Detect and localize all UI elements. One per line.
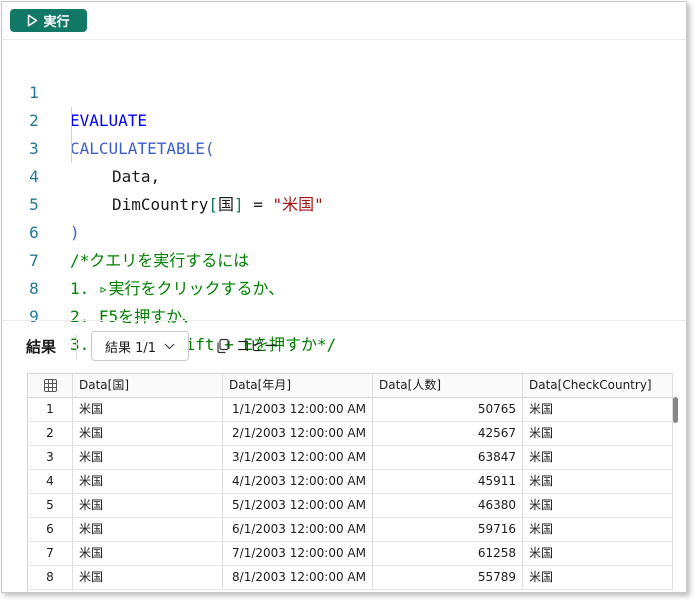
table-cell[interactable]: 米国 (523, 470, 673, 494)
table-cell[interactable]: 3/1/2003 12:00:00 AM (223, 446, 373, 470)
select-all-cell[interactable] (28, 374, 73, 397)
result-set-selector[interactable]: 結果 1/1 (91, 331, 189, 361)
table-row[interactable]: 7 米国 7/1/2003 12:00:00 AM 61258 米国 (28, 542, 673, 566)
table-cell[interactable]: 米国 (73, 518, 223, 542)
run-button[interactable]: 実行 (10, 9, 87, 32)
results-toolbar-divider (76, 335, 77, 359)
row-number-cell: 7 (28, 542, 73, 566)
table-cell[interactable]: 米国 (523, 422, 673, 446)
row-number-cell: 2 (28, 422, 73, 446)
code-line-6: 6 /*クエリを実行するには (2, 191, 686, 270)
table-cell[interactable]: 2/1/2003 12:00:00 AM (223, 422, 373, 446)
toolbar-divider (2, 39, 686, 40)
table-cell[interactable]: 45911 (373, 470, 523, 494)
run-button-label: 実行 (43, 15, 70, 30)
table-cell[interactable]: 米国 (523, 398, 673, 422)
column-header[interactable]: Data[人数] (373, 374, 523, 397)
results-title: 結果 (26, 338, 57, 356)
code-line-1: 1 EVALUATE (2, 51, 686, 130)
editor-results-divider[interactable] (2, 320, 686, 321)
column-header[interactable]: Data[年月] (223, 374, 373, 397)
code-editor[interactable]: 1 EVALUATE 2 CALCULATETABLE( 3 Data, 4 D… (2, 51, 686, 354)
table-cell[interactable]: 55789 (373, 566, 523, 590)
table-cell[interactable]: 米国 (73, 398, 223, 422)
table-row[interactable]: 6 米国 6/1/2003 12:00:00 AM 59716 米国 (28, 518, 673, 542)
row-number-cell: 5 (28, 494, 73, 518)
table-header-row: Data[国] Data[年月] Data[人数] Data[CheckCoun… (28, 374, 673, 398)
table-cell[interactable]: 59716 (373, 518, 523, 542)
table-row[interactable]: 8 米国 8/1/2003 12:00:00 AM 55789 米国 (28, 566, 673, 590)
table-row[interactable]: 4 米国 4/1/2003 12:00:00 AM 45911 米国 (28, 470, 673, 494)
dax-query-window: 実行 1 EVALUATE 2 CALCULATETABLE( 3 Data, … (1, 1, 687, 593)
table-cell[interactable]: 米国 (523, 542, 673, 566)
table-row[interactable]: 5 米国 5/1/2003 12:00:00 AM 46380 米国 (28, 494, 673, 518)
table-row[interactable]: 1 米国 1/1/2003 12:00:00 AM 50765 米国 (28, 398, 673, 422)
comment-token: 2. F5を押すか、 (70, 307, 198, 326)
table-grid-icon (43, 379, 57, 392)
copy-icon (217, 338, 229, 354)
table-cell[interactable]: 50765 (373, 398, 523, 422)
table-cell[interactable]: 米国 (73, 542, 223, 566)
table-cell[interactable]: 米国 (73, 446, 223, 470)
chevron-down-icon (164, 343, 175, 349)
row-number-cell: 8 (28, 566, 73, 590)
code-line-7: 7 1. ▹実行をクリックするか、 (2, 219, 686, 298)
indent-guide (71, 107, 72, 163)
table-cell[interactable]: 8/1/2003 12:00:00 AM (223, 566, 373, 590)
row-number-cell: 3 (28, 446, 73, 470)
line-number: 9 (29, 307, 39, 326)
code-line-2: 2 CALCULATETABLE( (2, 79, 686, 158)
table-cell[interactable]: 6/1/2003 12:00:00 AM (223, 518, 373, 542)
code-line-8: 8 2. F5を押すか、 (2, 247, 686, 326)
copy-button[interactable]: コピー (216, 334, 278, 358)
table-cell[interactable]: 米国 (523, 518, 673, 542)
table-cell[interactable]: 米国 (73, 470, 223, 494)
table-cell[interactable]: 5/1/2003 12:00:00 AM (223, 494, 373, 518)
column-header[interactable]: Data[CheckCountry] (523, 374, 673, 397)
code-line-3: 3 Data, (2, 107, 686, 186)
row-number-cell: 6 (28, 518, 73, 542)
column-header[interactable]: Data[国] (73, 374, 223, 397)
code-line-4: 4 DimCountry[国] = "米国" (2, 135, 686, 214)
code-line-9: 9 3. Ctrl + Shift + Eを押すか*/ (2, 275, 686, 354)
results-grid: Data[国] Data[年月] Data[人数] Data[CheckCoun… (27, 373, 673, 592)
grid-scrollbar[interactable] (673, 397, 678, 423)
code-line-5: 5 ) (2, 163, 686, 242)
table-cell[interactable]: 7/1/2003 12:00:00 AM (223, 542, 373, 566)
play-outline-icon (28, 14, 38, 27)
table-row[interactable]: 3 米国 3/1/2003 12:00:00 AM 63847 米国 (28, 446, 673, 470)
table-cell[interactable]: 米国 (73, 566, 223, 590)
row-number-cell: 4 (28, 470, 73, 494)
table-cell[interactable]: 米国 (73, 422, 223, 446)
table-cell[interactable]: 米国 (523, 446, 673, 470)
table-cell[interactable]: 46380 (373, 494, 523, 518)
table-cell[interactable]: 42567 (373, 422, 523, 446)
table-cell[interactable]: 61258 (373, 542, 523, 566)
table-cell[interactable]: 4/1/2003 12:00:00 AM (223, 470, 373, 494)
table-cell[interactable]: 63847 (373, 446, 523, 470)
row-number-cell: 1 (28, 398, 73, 422)
table-row[interactable]: 2 米国 2/1/2003 12:00:00 AM 42567 米国 (28, 422, 673, 446)
copy-button-label: コピー (236, 339, 278, 355)
result-set-value: 結果 1/1 (104, 340, 157, 356)
table-cell[interactable]: 米国 (523, 494, 673, 518)
table-cell[interactable]: 米国 (523, 566, 673, 590)
table-cell[interactable]: 米国 (73, 494, 223, 518)
table-cell[interactable]: 1/1/2003 12:00:00 AM (223, 398, 373, 422)
